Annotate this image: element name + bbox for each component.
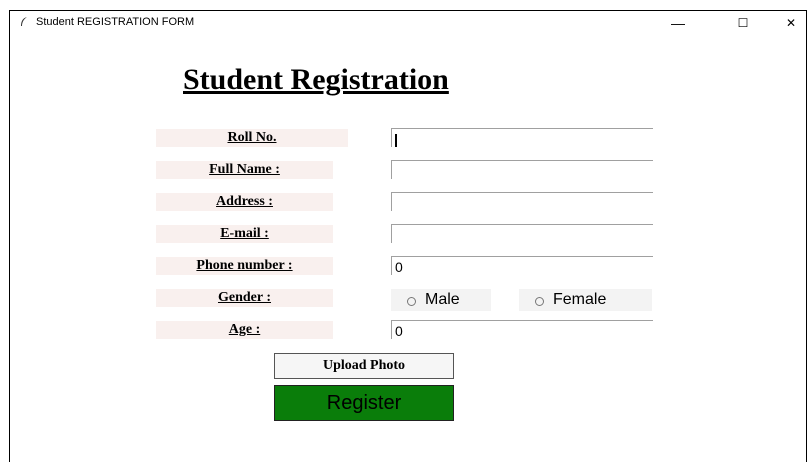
register-button[interactable]: Register xyxy=(274,385,454,421)
age-input[interactable]: 0 xyxy=(391,320,653,339)
title-bar: Student REGISTRATION FORM — ☐ ✕ xyxy=(10,11,806,35)
gender-female-radio[interactable]: Female xyxy=(519,289,652,311)
full-name-input[interactable] xyxy=(391,160,653,179)
close-button[interactable]: ✕ xyxy=(776,13,806,33)
roll-no-input[interactable] xyxy=(391,128,653,147)
radio-circle-icon xyxy=(407,296,416,306)
gender-label: Gender : xyxy=(156,289,333,307)
upload-photo-button[interactable]: Upload Photo xyxy=(274,353,454,379)
full-name-label: Full Name : xyxy=(156,161,333,179)
maximize-button[interactable]: ☐ xyxy=(728,13,758,33)
window-title: Student REGISTRATION FORM xyxy=(36,16,195,28)
radio-circle-icon xyxy=(535,296,544,306)
phone-number-label: Phone number : xyxy=(156,257,333,275)
roll-no-label: Roll No. xyxy=(156,129,348,147)
feather-icon xyxy=(21,17,27,26)
address-input[interactable] xyxy=(391,192,653,211)
gender-female-label: Female xyxy=(553,291,607,308)
minimize-button[interactable]: — xyxy=(663,13,693,33)
text-cursor xyxy=(395,133,397,147)
app-window: Student REGISTRATION FORM — ☐ ✕ Student … xyxy=(9,10,807,462)
phone-number-input[interactable]: 0 xyxy=(391,256,653,275)
age-label: Age : xyxy=(156,321,333,339)
email-label: E-mail : xyxy=(156,225,333,243)
gender-male-radio[interactable]: Male xyxy=(391,289,491,311)
page-title: Student Registration xyxy=(183,63,449,96)
address-label: Address : xyxy=(156,193,333,211)
gender-male-label: Male xyxy=(425,291,460,308)
email-input[interactable] xyxy=(391,224,653,243)
